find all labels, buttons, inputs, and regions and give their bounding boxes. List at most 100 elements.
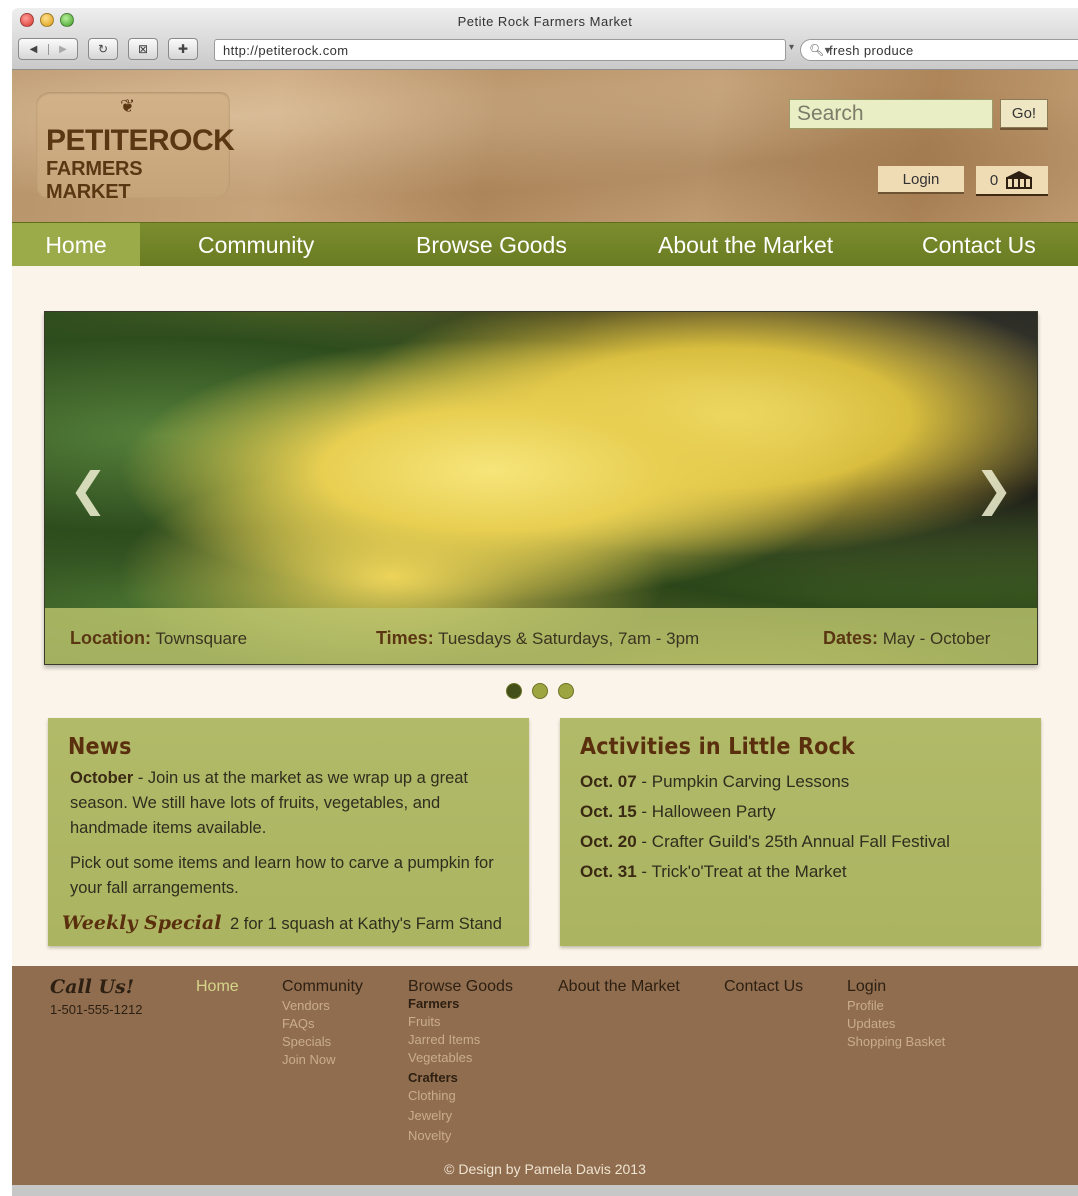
activities-panel: Activities in Little Rock Oct. 07 - Pump… — [560, 718, 1041, 946]
carousel-prev-icon[interactable]: ❮ — [69, 462, 108, 516]
times-value: Tuesdays & Saturdays, 7am - 3pm — [438, 629, 700, 648]
hero-carousel: ❮ ❯ Location: Townsquare Times: Tuesdays… — [44, 311, 1038, 665]
footer-phone[interactable]: 1-501-555-1212 — [50, 1002, 143, 1017]
footer-contact: Call Us! 1-501-555-1212 — [50, 976, 143, 1017]
footer-link-faqs[interactable]: FAQs — [282, 1016, 363, 1034]
carousel-dot-3[interactable] — [558, 683, 574, 699]
activity-item[interactable]: Oct. 20 - Crafter Guild's 25th Annual Fa… — [580, 832, 950, 862]
address-dropdown-icon[interactable]: ▾ — [789, 42, 794, 53]
dates-info: Dates: May - October — [823, 628, 990, 649]
nav-browse-goods[interactable]: Browse Goods — [416, 223, 567, 267]
activity-item[interactable]: Oct. 07 - Pumpkin Carving Lessons — [580, 772, 950, 802]
snapback-button[interactable]: ⊠ — [128, 38, 158, 60]
browser-window-toolbar: Petite Rock Farmers Market ◀ ▶ ↻ ⊠ ✚ htt… — [12, 8, 1078, 70]
address-bar[interactable]: http://petiterock.com — [214, 39, 786, 61]
weekly-special: Weekly Special 2 for 1 squash at Kathy's… — [62, 912, 502, 934]
activity-date: Oct. 20 — [580, 832, 637, 851]
footer-browse-col: Browse Goods Farmers Fruits Jarred Items… — [408, 978, 513, 1146]
footer-link-updates[interactable]: Updates — [847, 1016, 945, 1034]
footer-farmers-group[interactable]: Farmers — [408, 996, 513, 1014]
nav-community[interactable]: Community — [198, 223, 314, 267]
footer-link-clothing[interactable]: Clothing — [408, 1088, 513, 1108]
dates-value: May - October — [882, 629, 991, 648]
footer-link-vendors[interactable]: Vendors — [282, 998, 363, 1016]
news-heading: News — [68, 734, 132, 760]
carousel-next-icon[interactable]: ❯ — [974, 462, 1013, 516]
site-logo[interactable]: ❦ PETITEROCK FARMERS MARKET — [36, 92, 235, 203]
logo-line-2: FARMERS MARKET — [46, 158, 143, 203]
basket-button[interactable]: 0 — [976, 166, 1048, 196]
footer-link-vegetables[interactable]: Vegetables — [408, 1050, 513, 1068]
footer-link-join-now[interactable]: Join Now — [282, 1052, 363, 1070]
basket-count: 0 — [989, 171, 999, 189]
news-paragraph-1: October - Join us at the market as we wr… — [70, 766, 510, 841]
activity-item[interactable]: Oct. 15 - Halloween Party — [580, 802, 950, 832]
footer-link-specials[interactable]: Specials — [282, 1034, 363, 1052]
footer-link-about[interactable]: About the Market — [558, 978, 680, 998]
logo-line-1: PETITEROCK — [46, 124, 235, 157]
location-value: Townsquare — [155, 629, 248, 648]
back-arrow-icon[interactable]: ◀ — [19, 44, 48, 55]
activity-item[interactable]: Oct. 31 - Trick'o'Treat at the Market — [580, 862, 950, 892]
browser-nav-buttons: ◀ ▶ ↻ ⊠ ✚ — [18, 38, 198, 60]
page-content: ❮ ❯ Location: Townsquare Times: Tuesdays… — [12, 266, 1078, 966]
main-navigation: Home Community Browse Goods About the Ma… — [12, 222, 1078, 267]
footer-link-contact[interactable]: Contact Us — [724, 978, 803, 998]
activities-list: Oct. 07 - Pumpkin Carving Lessons Oct. 1… — [580, 772, 950, 892]
footer-link-jarred-items[interactable]: Jarred Items — [408, 1032, 513, 1050]
activity-text: - Halloween Party — [636, 802, 776, 821]
call-us-heading: Call Us! — [50, 976, 135, 998]
plus-icon: ✚ — [177, 42, 189, 56]
location-label: Location: — [70, 628, 151, 648]
back-forward-control: ◀ ▶ — [18, 38, 78, 60]
footer-link-fruits[interactable]: Fruits — [408, 1014, 513, 1032]
window-bottom-edge — [12, 1185, 1078, 1196]
footer-community-col: Community Vendors FAQs Specials Join Now — [282, 978, 363, 1070]
reload-button[interactable]: ↻ — [88, 38, 118, 60]
basket-icon — [1006, 171, 1033, 189]
site-footer: Call Us! 1-501-555-1212 Home Community V… — [12, 966, 1078, 1185]
reload-icon: ↻ — [97, 42, 109, 56]
weekly-special-text: 2 for 1 squash at Kathy's Farm Stand — [230, 915, 502, 933]
carousel-dot-1[interactable] — [506, 683, 522, 699]
nav-about-market[interactable]: About the Market — [658, 223, 833, 267]
activity-date: Oct. 15 — [580, 802, 637, 821]
dates-label: Dates: — [823, 628, 879, 648]
times-label: Times: — [376, 628, 434, 648]
site-search-input[interactable]: Search — [789, 99, 993, 129]
search-go-button[interactable]: Go! — [1000, 99, 1048, 128]
footer-login-col: Login Profile Updates Shopping Basket — [847, 978, 945, 1052]
site-header: ❦ PETITEROCK FARMERS MARKET Search Go! L… — [12, 70, 1078, 222]
activity-date: Oct. 07 — [580, 772, 637, 791]
footer-link-novelty[interactable]: Novelty — [408, 1128, 513, 1146]
search-icon: 🔍︎▾ — [809, 43, 832, 57]
news-paragraph-2: Pick out some items and learn how to car… — [70, 854, 494, 897]
carousel-dot-2[interactable] — [532, 683, 548, 699]
footer-link-home[interactable]: Home — [196, 978, 239, 998]
location-info: Location: Townsquare — [70, 628, 247, 649]
footer-crafters-group[interactable]: Crafters — [408, 1070, 513, 1088]
activity-text: - Crafter Guild's 25th Annual Fall Festi… — [636, 832, 950, 851]
activities-heading: Activities in Little Rock — [580, 734, 855, 760]
footer-link-login[interactable]: Login — [847, 978, 945, 998]
browser-search-field[interactable]: 🔍︎▾ fresh produce — [800, 39, 1078, 61]
activity-text: - Trick'o'Treat at the Market — [636, 862, 847, 881]
footer-contact-col: Contact Us — [724, 978, 803, 998]
nav-contact-us[interactable]: Contact Us — [922, 223, 1036, 267]
activity-text: - Pumpkin Carving Lessons — [636, 772, 850, 791]
times-info: Times: Tuesdays & Saturdays, 7am - 3pm — [376, 628, 699, 649]
login-button[interactable]: Login — [878, 166, 964, 194]
forward-arrow-icon[interactable]: ▶ — [48, 43, 77, 55]
footer-link-shopping-basket[interactable]: Shopping Basket — [847, 1034, 945, 1052]
browser-search-value: fresh produce — [829, 43, 914, 58]
footer-credit: © Design by Pamela Davis 2013 — [444, 1161, 646, 1177]
nav-home[interactable]: Home — [12, 223, 140, 267]
news-month: October — [70, 769, 134, 787]
footer-link-browse-goods[interactable]: Browse Goods — [408, 978, 513, 998]
carousel-pagination — [506, 683, 574, 699]
add-bookmark-button[interactable]: ✚ — [168, 38, 198, 60]
weekly-special-label: Weekly Special — [62, 912, 222, 934]
footer-link-community[interactable]: Community — [282, 978, 363, 998]
footer-link-jewelry[interactable]: Jewelry — [408, 1108, 513, 1128]
footer-link-profile[interactable]: Profile — [847, 998, 945, 1016]
